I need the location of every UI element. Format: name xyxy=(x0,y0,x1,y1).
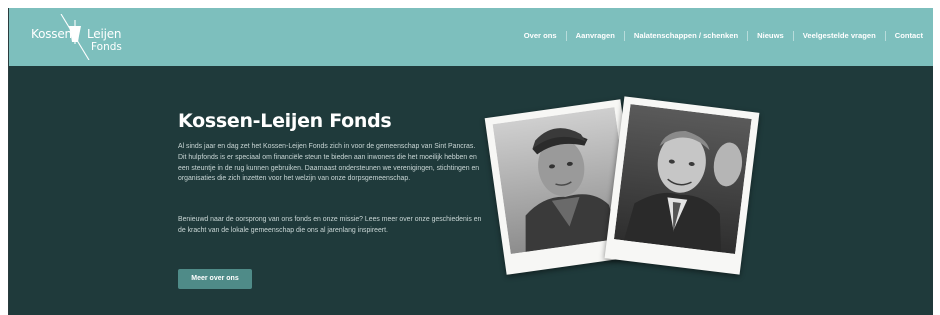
nav-item-aanvragen[interactable]: Aanvragen xyxy=(567,30,624,42)
hero-paragraph-1: Al sinds jaar en dag zet het Kossen-Leij… xyxy=(178,143,480,183)
page-title: Kossen-Leijen Fonds xyxy=(178,110,392,132)
logo-text-kossen: Kossen xyxy=(31,27,72,41)
polaroid-photo-2 xyxy=(604,96,760,275)
nav-item-over-ons[interactable]: Over ons xyxy=(515,30,566,42)
logo-text-fonds: Fonds xyxy=(91,41,122,53)
more-about-us-button[interactable]: Meer over ons xyxy=(178,269,252,289)
nav-item-contact[interactable]: Contact xyxy=(886,30,932,42)
hero-section: Kossen-Leijen Fonds Al sinds jaar en dag… xyxy=(9,66,933,315)
site-header: Kossen Leijen Fonds Over ons Aanvragen N… xyxy=(9,8,933,66)
logo[interactable]: Kossen Leijen Fonds xyxy=(31,14,151,60)
portrait-photo xyxy=(613,104,752,254)
logo-text-leijen: Leijen xyxy=(87,27,122,41)
nav-item-nieuws[interactable]: Nieuws xyxy=(748,30,793,42)
hero-paragraph-2: Benieuwd naar de oorsprong van ons fonds… xyxy=(178,216,482,234)
main-nav: Over ons Aanvragen Nalatenschappen / sch… xyxy=(515,30,932,42)
nav-item-veelgestelde-vragen[interactable]: Veelgestelde vragen xyxy=(794,30,885,42)
nav-item-nalatenschappen[interactable]: Nalatenschappen / schenken xyxy=(625,30,747,42)
page-frame: Kossen Leijen Fonds Over ons Aanvragen N… xyxy=(8,8,933,315)
